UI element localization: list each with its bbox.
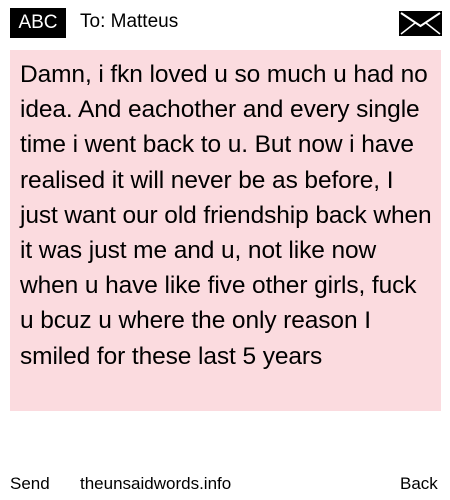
back-button[interactable]: Back (400, 474, 438, 494)
message-header: ABC To: Matteus (0, 0, 450, 46)
softkey-bar: Send theunsaidwords.info Back (0, 470, 450, 498)
input-mode-badge[interactable]: ABC (10, 8, 66, 38)
recipient-label: To: Matteus (80, 11, 179, 32)
site-link[interactable]: theunsaidwords.info (80, 474, 231, 494)
send-button[interactable]: Send (10, 474, 50, 494)
message-bubble: Damn, i fkn loved u so much u had no ide… (10, 50, 441, 411)
envelope-icon (399, 11, 442, 36)
message-text: Damn, i fkn loved u so much u had no ide… (20, 61, 432, 370)
